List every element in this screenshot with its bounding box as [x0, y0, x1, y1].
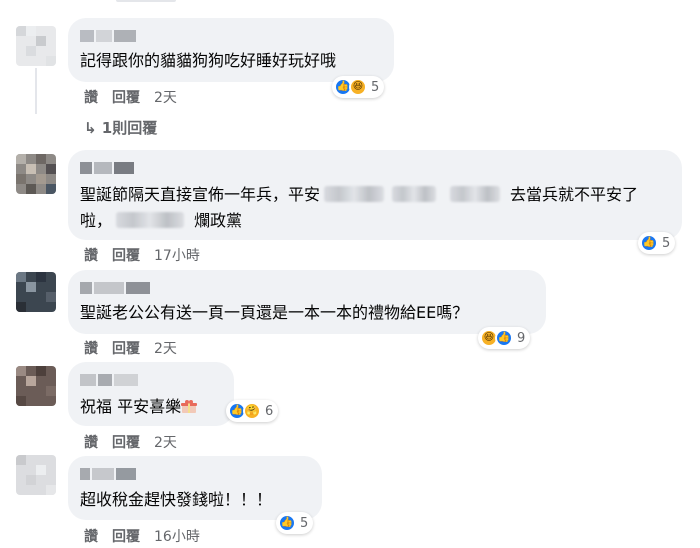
- comment-text-line-2: 啦， 爛政黨: [80, 211, 243, 230]
- comment-bubble: 聖誕節隔天直接宣佈一年兵，平安 去當兵就不平安了 啦， 爛政黨: [68, 150, 682, 240]
- thread-line: [35, 68, 37, 114]
- redacted-text: [324, 186, 385, 202]
- comment-actions: 讚回覆 2天: [84, 338, 191, 358]
- like-button[interactable]: 讚: [84, 90, 98, 106]
- view-replies-label: 1則回覆: [101, 119, 158, 137]
- reply-button[interactable]: 回覆: [112, 435, 140, 451]
- reaction-count: 5: [662, 235, 671, 251]
- timestamp[interactable]: 2天: [154, 341, 177, 357]
- reaction-count: 9: [517, 330, 526, 346]
- reply-button[interactable]: 回覆: [112, 90, 140, 106]
- reaction-summary[interactable]: 👍 5: [638, 232, 676, 254]
- redacted-text: [450, 186, 501, 202]
- like-button[interactable]: 讚: [84, 435, 98, 451]
- timestamp[interactable]: 16小時: [154, 529, 200, 545]
- comment-actions: 讚回覆 2天: [84, 87, 191, 107]
- avatar[interactable]: [16, 272, 56, 312]
- cut-off-top-text: [116, 0, 176, 2]
- reaction-summary[interactable]: 😆 👍 9: [478, 327, 531, 349]
- comment-bubble: 記得跟你的貓貓狗狗吃好睡好玩好哦: [68, 18, 394, 82]
- timestamp[interactable]: 17小時: [154, 248, 200, 264]
- author-name[interactable]: [80, 374, 144, 386]
- comment-actions: 讚回覆 2天: [84, 432, 191, 452]
- like-icon: 👍: [278, 514, 296, 532]
- comment-actions: 讚回覆 16小時: [84, 526, 214, 546]
- care-icon: 🤗: [243, 402, 261, 420]
- comment-text: 聖誕老公公有送一頁一頁還是一本一本的禮物給EE嗎？: [80, 303, 469, 322]
- like-icon: 👍: [640, 234, 658, 252]
- timestamp[interactable]: 2天: [154, 435, 177, 451]
- comment-bubble: 聖誕老公公有送一頁一頁還是一本一本的禮物給EE嗎？: [68, 270, 546, 334]
- comment-text: 超收稅金趕快發錢啦！！！: [80, 490, 273, 509]
- view-replies-link[interactable]: ↳ 1則回覆: [84, 117, 157, 138]
- author-name[interactable]: [80, 30, 140, 42]
- reaction-count: 5: [300, 515, 309, 531]
- comment-text-line-1: 聖誕節隔天直接宣佈一年兵，平安 去當兵就不平安了: [80, 185, 639, 204]
- timestamp[interactable]: 2天: [154, 90, 177, 106]
- reply-arrow-icon: ↳: [84, 119, 102, 137]
- author-name[interactable]: [80, 468, 140, 480]
- redacted-text: [392, 186, 437, 202]
- avatar[interactable]: [16, 154, 56, 194]
- avatar[interactable]: [16, 26, 56, 66]
- like-button[interactable]: 讚: [84, 529, 98, 545]
- redacted-text: [116, 212, 185, 228]
- reaction-summary[interactable]: 👍 😆 5: [332, 76, 385, 98]
- reply-button[interactable]: 回覆: [112, 341, 140, 357]
- reaction-summary[interactable]: 👍 5: [276, 512, 314, 534]
- like-button[interactable]: 讚: [84, 248, 98, 264]
- reply-button[interactable]: 回覆: [112, 248, 140, 264]
- comment-text: 記得跟你的貓貓狗狗吃好睡好玩好哦: [80, 51, 337, 70]
- like-icon: 👍: [495, 329, 513, 347]
- gift-emoji-icon: [181, 396, 198, 413]
- like-button[interactable]: 讚: [84, 341, 98, 357]
- comment-text: 祝福 平安喜樂: [80, 394, 198, 420]
- reaction-count: 5: [371, 79, 380, 95]
- comment-actions: 讚回覆 17小時: [84, 245, 214, 265]
- avatar[interactable]: [16, 455, 56, 495]
- comment-bubble: 祝福 平安喜樂: [68, 362, 234, 426]
- haha-icon: 😆: [349, 78, 367, 96]
- reaction-count: 6: [265, 403, 274, 419]
- reply-button[interactable]: 回覆: [112, 529, 140, 545]
- author-name[interactable]: [80, 282, 160, 294]
- author-name[interactable]: [80, 162, 140, 174]
- avatar[interactable]: [16, 366, 56, 406]
- comment-bubble: 超收稅金趕快發錢啦！！！: [68, 456, 322, 520]
- reaction-summary[interactable]: 👍 🤗 6: [226, 400, 279, 422]
